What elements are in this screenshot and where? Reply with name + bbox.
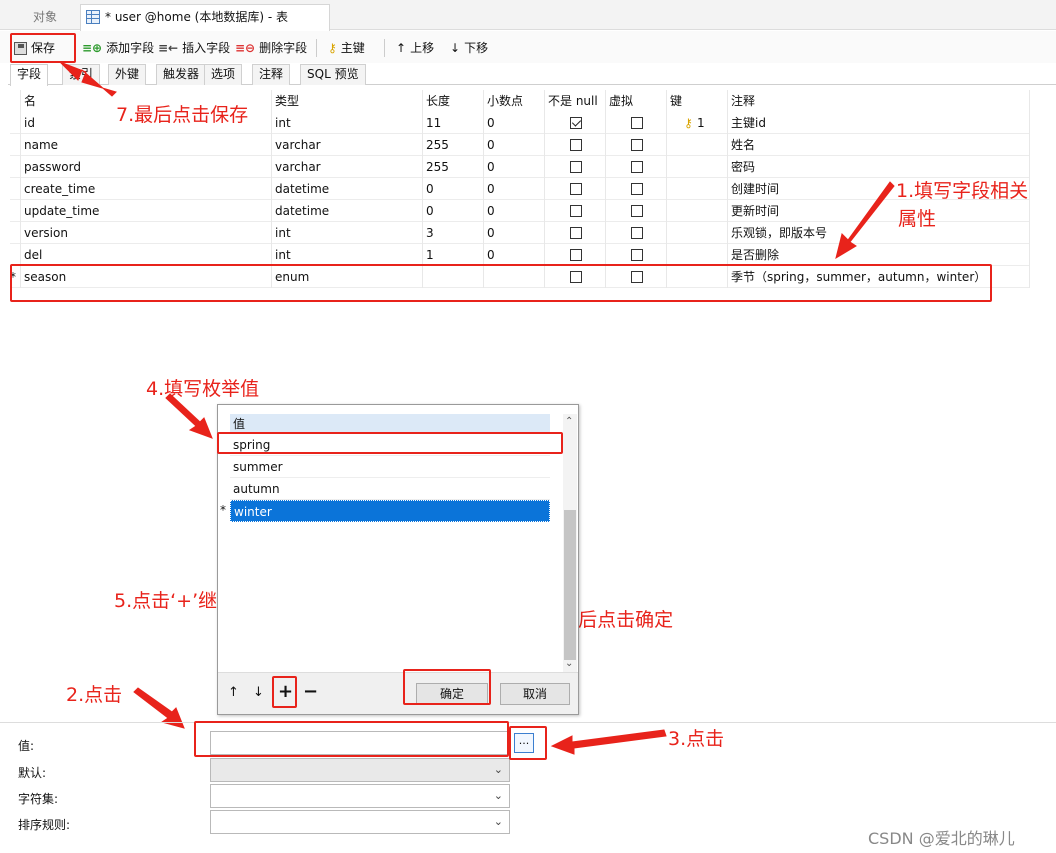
- enum-list-scrollbar[interactable]: ⌃ ⌄: [563, 414, 577, 672]
- enum-value-row-selected[interactable]: winter: [230, 500, 550, 522]
- default-label: 默认:: [18, 766, 47, 780]
- scroll-down-icon[interactable]: ⌄: [565, 658, 573, 669]
- enum-value-row[interactable]: summer: [230, 456, 550, 478]
- scroll-up-icon[interactable]: ⌃: [565, 416, 573, 427]
- enum-value-row[interactable]: autumn: [230, 478, 550, 500]
- arrow-step-4: [165, 393, 213, 439]
- arrow-step-7: [59, 61, 117, 97]
- default-select[interactable]: ⌄: [210, 758, 510, 782]
- value-field-highlight-box: [194, 721, 509, 757]
- collation-select[interactable]: ⌄: [210, 810, 510, 834]
- enum-values-header: 值: [230, 414, 550, 434]
- chevron-down-icon: ⌄: [493, 763, 503, 776]
- value-label: 值:: [18, 739, 35, 753]
- collation-label: 排序规则:: [18, 818, 71, 832]
- arrow-step-1: [835, 181, 895, 260]
- new-row-marker: *: [220, 503, 226, 517]
- ok-highlight-box: [403, 669, 491, 705]
- scrollbar-thumb[interactable]: [564, 510, 576, 660]
- move-up-arrow-icon[interactable]: ↑: [228, 685, 239, 700]
- charset-select[interactable]: ⌄: [210, 784, 510, 808]
- chevron-down-icon: ⌄: [493, 815, 503, 828]
- ellipsis-highlight-box: [509, 726, 547, 760]
- watermark: CSDN @爱北的琳儿: [868, 829, 1015, 848]
- remove-enum-value-icon[interactable]: −: [303, 681, 318, 702]
- move-down-arrow-icon[interactable]: ↓: [253, 685, 264, 700]
- chevron-down-icon: ⌄: [493, 789, 503, 802]
- spring-highlight-box: [217, 432, 563, 454]
- cancel-button[interactable]: 取消: [500, 683, 570, 705]
- charset-label: 字符集:: [18, 792, 59, 806]
- plus-highlight-box: [272, 676, 297, 708]
